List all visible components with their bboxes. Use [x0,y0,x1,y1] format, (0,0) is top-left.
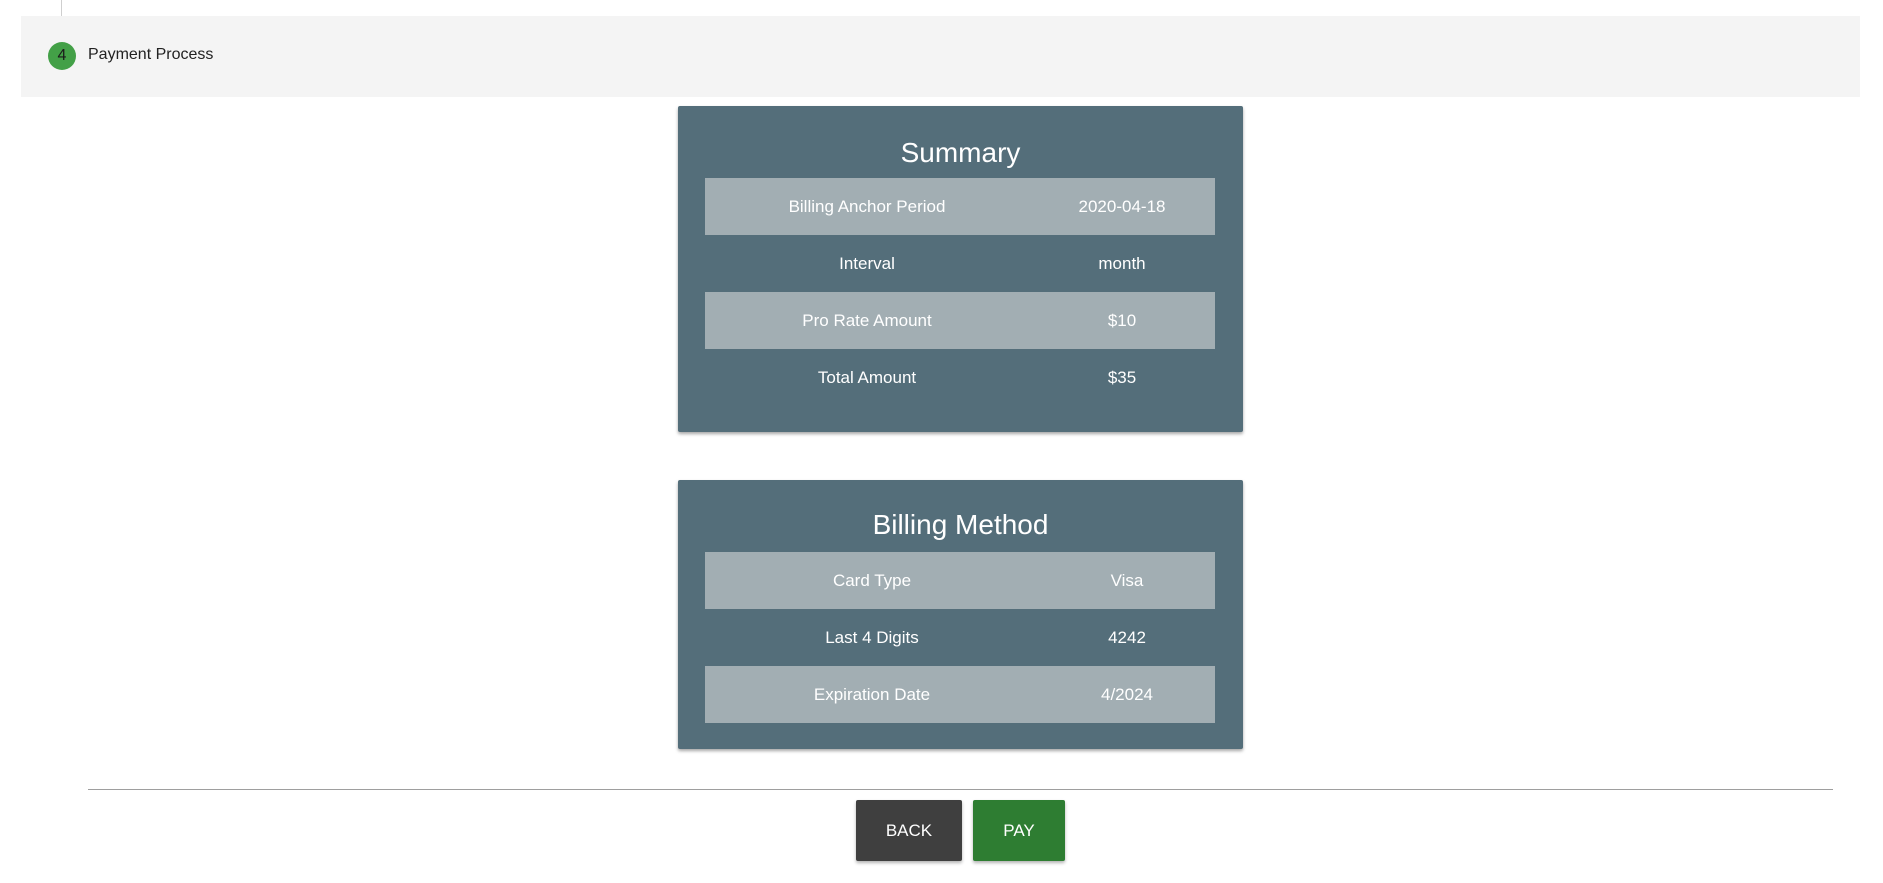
billing-method-table: Card Type Visa Last 4 Digits 4242 Expira… [705,552,1215,723]
summary-table: Billing Anchor Period 2020-04-18 Interva… [705,178,1215,406]
step-number-badge: 4 [48,42,76,70]
summary-title: Summary [900,137,1021,168]
row-value: Visa [1110,570,1144,590]
table-row: Interval month [705,235,1215,292]
row-label: Expiration Date [813,684,931,704]
table-row: Total Amount $35 [705,349,1215,406]
row-label: Billing Anchor Period [788,196,946,216]
row-value: month [1098,253,1146,273]
row-label: Interval [839,253,895,273]
summary-card: Summary Billing Anchor Period 2020-04-18… [678,106,1243,432]
row-value: 2020-04-18 [1078,196,1166,216]
row-label: Card Type [832,570,912,590]
table-row: Expiration Date 4/2024 [705,666,1215,723]
row-value: 4/2024 [1101,684,1153,704]
payment-page: 4 Payment Process Summary Billing Anchor… [0,0,1883,883]
row-label: Total Amount [817,367,917,387]
row-value: $35 [1107,367,1137,387]
table-row: Billing Anchor Period 2020-04-18 [705,178,1215,235]
step-header: 4 Payment Process [21,16,1860,97]
billing-method-title: Billing Method [872,509,1049,540]
pay-button[interactable]: PAY [973,800,1065,861]
billing-method-card: Billing Method Card Type Visa Last 4 Dig… [678,480,1243,749]
actions-divider [88,789,1833,790]
table-row: Card Type Visa [705,552,1215,609]
table-row: Last 4 Digits 4242 [705,609,1215,666]
row-label: Pro Rate Amount [802,310,932,330]
back-button[interactable]: BACK [856,800,962,861]
row-label: Last 4 Digits [825,627,919,647]
table-row: Pro Rate Amount $10 [705,292,1215,349]
row-value: $10 [1107,310,1137,330]
row-value: 4242 [1108,627,1146,647]
step-title: Payment Process [88,46,214,63]
